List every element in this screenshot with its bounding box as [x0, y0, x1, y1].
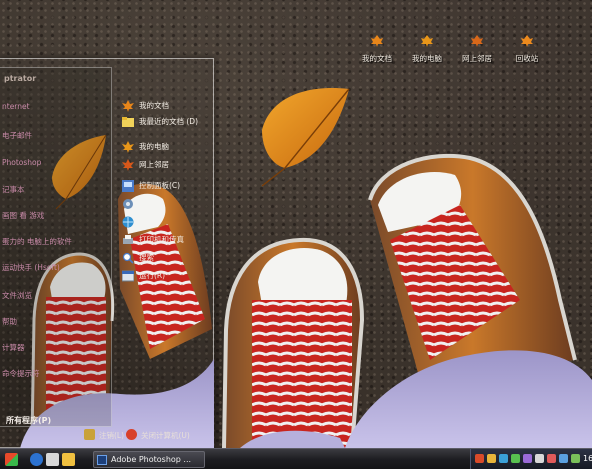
desktop-icon-my-documents[interactable]: 我的文档 — [354, 34, 400, 64]
menu-item-label: 运行(R) — [139, 271, 166, 280]
shutdown-label: 关闭计算机(U) — [141, 431, 190, 440]
start-menu-footer: 注销(L) 关闭计算机(U) — [80, 426, 214, 446]
program-item[interactable]: 蛋力的 电脑上的软件 — [2, 236, 72, 247]
program-item[interactable]: 记事本 — [2, 184, 25, 195]
tray-icon[interactable] — [535, 454, 544, 463]
menu-item-label: 网上邻居 — [139, 160, 169, 169]
program-item[interactable]: nternet — [2, 102, 30, 111]
show-desktop-icon[interactable] — [46, 453, 59, 466]
tray-icon[interactable] — [523, 454, 532, 463]
tray-icon[interactable] — [547, 454, 556, 463]
system-tray: 16: — [470, 449, 592, 469]
settings-icon — [123, 199, 133, 209]
menu-item-recent-documents[interactable]: 我最近的文档 (D) — [122, 115, 212, 137]
menu-item-label: 我的文档 — [139, 101, 169, 110]
desktop-icon-label: 我的电脑 — [412, 54, 442, 63]
program-item[interactable]: 运动快手 (Hsoft) — [2, 262, 60, 273]
menu-item-search[interactable]: 搜索 — [122, 251, 212, 267]
tray-icon[interactable] — [511, 454, 520, 463]
start-menu: ptrator nternet 电子邮件 Photoshop 记事本 画图 看 … — [0, 58, 214, 449]
desktop-icon-recycle-bin[interactable]: 回收站 — [504, 34, 550, 64]
folder-leaf-icon — [122, 100, 134, 112]
menu-item-label: 我的电脑 — [139, 142, 169, 151]
leaf-icon — [371, 35, 383, 47]
control-panel-icon — [122, 180, 134, 192]
desktop-icon-label: 网上邻居 — [462, 54, 492, 63]
tray-icon[interactable] — [487, 454, 496, 463]
recent-docs-icon — [122, 117, 134, 127]
network-icon — [122, 159, 134, 171]
run-icon — [122, 270, 134, 282]
program-item[interactable]: 文件浏览 — [2, 290, 32, 301]
printer-icon — [123, 235, 133, 244]
menu-item-label: 搜索 — [139, 253, 154, 262]
start-menu-places-pane: 我的文档 我最近的文档 (D) 我的电脑 网上邻居 控制面板(C) 打印机和传真… — [118, 95, 212, 315]
internet-explorer-icon[interactable] — [30, 453, 43, 466]
desktop-icon-label: 我的文档 — [362, 54, 392, 63]
program-item[interactable]: 计算器 — [2, 342, 25, 353]
menu-item-run[interactable]: 运行(R) — [122, 269, 212, 285]
taskbar-button-label: Adobe Photoshop ... — [111, 455, 192, 464]
menu-item-settings[interactable] — [122, 197, 212, 213]
desktop-icon-network[interactable]: 网上邻居 — [454, 34, 500, 64]
all-programs-button[interactable]: 所有程序(P) — [6, 415, 51, 426]
menu-item-my-documents[interactable]: 我的文档 — [122, 99, 212, 115]
tray-icon[interactable] — [559, 454, 568, 463]
logoff-label: 注销(L) — [99, 431, 125, 440]
menu-item-internet[interactable] — [122, 215, 212, 231]
program-item[interactable]: 画图 看 游戏 — [2, 210, 44, 221]
power-icon — [126, 429, 137, 440]
tray-icon[interactable] — [499, 454, 508, 463]
right-sneaker — [368, 153, 577, 380]
start-menu-programs-pane: ptrator nternet 电子邮件 Photoshop 记事本 画图 看 … — [0, 67, 112, 427]
taskbar: Adobe Photoshop ... 16: — [0, 448, 592, 469]
program-item[interactable]: 电子邮件 — [2, 130, 32, 141]
key-icon — [84, 429, 95, 440]
desktop-icon-my-computer[interactable]: 我的电脑 — [404, 34, 450, 64]
menu-item-control-panel[interactable]: 控制面板(C) — [122, 179, 212, 195]
user-name: ptrator — [4, 74, 37, 83]
leaf-icon — [521, 35, 533, 47]
menu-item-printers[interactable]: 打印机和传真 — [122, 233, 212, 249]
tray-icon[interactable] — [475, 454, 484, 463]
tray-icon[interactable] — [571, 454, 580, 463]
jeans — [345, 350, 592, 448]
globe-icon — [122, 216, 134, 228]
program-item[interactable]: 帮助 — [2, 316, 17, 327]
autumn-leaf — [261, 88, 350, 187]
desktop-icons: 我的文档 我的电脑 网上邻居 回收站 — [354, 34, 554, 74]
photoshop-icon — [97, 455, 107, 465]
shutdown-button[interactable]: 关闭计算机(U) — [126, 428, 212, 442]
start-button[interactable] — [5, 453, 18, 466]
taskbar-button-photoshop[interactable]: Adobe Photoshop ... — [93, 451, 205, 468]
program-item[interactable]: Photoshop — [2, 158, 41, 167]
leaf-icon — [421, 35, 433, 47]
menu-item-network[interactable]: 网上邻居 — [122, 158, 212, 174]
menu-item-label: 打印机和传真 — [139, 235, 184, 244]
program-item[interactable]: 命令提示符 — [2, 368, 40, 379]
left-sneaker — [222, 237, 365, 448]
menu-item-label: 我最近的文档 (D) — [139, 117, 199, 126]
quick-launch-icon[interactable] — [62, 453, 75, 466]
menu-item-label: 控制面板(C) — [139, 181, 181, 190]
leaf-icon — [471, 35, 483, 47]
desktop-icon-label: 回收站 — [515, 54, 539, 63]
menu-item-my-computer[interactable]: 我的电脑 — [122, 140, 212, 156]
search-icon — [122, 252, 134, 264]
clock[interactable]: 16: — [583, 454, 592, 463]
computer-icon — [122, 141, 134, 153]
